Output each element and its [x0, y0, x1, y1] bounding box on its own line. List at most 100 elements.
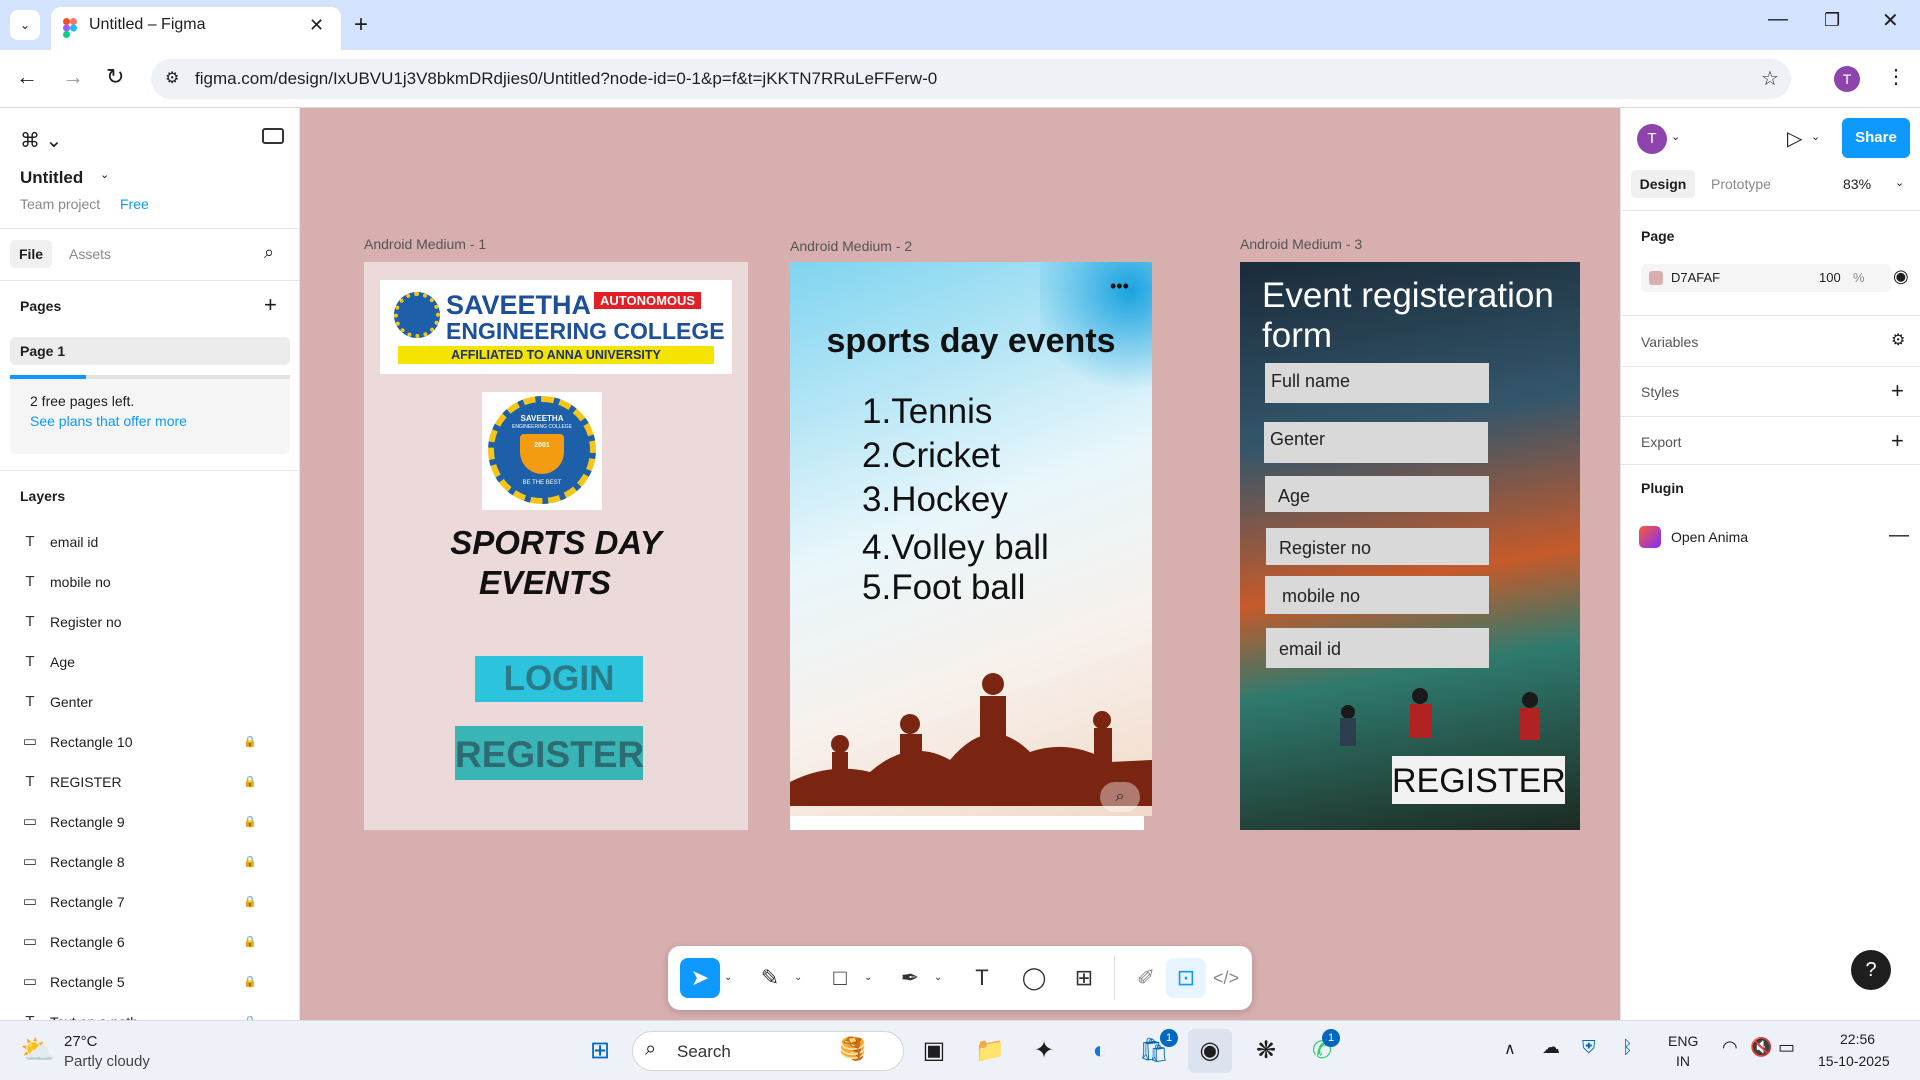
url-field[interactable]: ⚙ figma.com/design/IxUBVU1j3V8bkmDRdjies… [151, 59, 1791, 99]
toggle-sidebar-icon[interactable] [262, 128, 284, 144]
color-swatch[interactable] [1649, 271, 1663, 285]
design-mode-icon[interactable]: ⊡ [1166, 958, 1206, 998]
actions-tool-icon[interactable]: ⊞ [1064, 958, 1104, 998]
share-button[interactable]: Share [1842, 118, 1910, 158]
copilot-icon[interactable]: ✦ [1022, 1029, 1066, 1073]
minimize-icon[interactable]: — [1768, 8, 1788, 31]
clock-time[interactable]: 22:56 [1840, 1031, 1875, 1047]
visibility-eye-icon[interactable]: ◉ [1893, 266, 1909, 287]
frame-label-3[interactable]: Android Medium - 3 [1240, 236, 1362, 252]
user-avatar[interactable]: T [1637, 124, 1667, 154]
login-button[interactable]: LOGIN [475, 656, 643, 702]
lock-icon[interactable]: 🔒 [243, 802, 257, 842]
more-options-icon[interactable]: ••• [1110, 276, 1129, 297]
rectangle-tool-caret-icon[interactable]: ⌄ [864, 958, 878, 998]
pencil-tool-icon[interactable]: ✎ [750, 958, 790, 998]
tab-figma[interactable]: Untitled – Figma ✕ [51, 7, 341, 50]
frame-android-medium-3[interactable]: Event registeration form Full name Gente… [1240, 262, 1580, 830]
weather-temp[interactable]: 27°C [64, 1033, 98, 1050]
avatar-chevron-icon[interactable]: ⌄ [1671, 130, 1680, 143]
lock-icon[interactable]: 🔒 [243, 962, 257, 1002]
frame-label-1[interactable]: Android Medium - 1 [364, 236, 486, 252]
browser-menu-icon[interactable]: ⋮ [1886, 64, 1906, 89]
move-tool-caret-icon[interactable]: ⌄ [724, 958, 738, 998]
add-page-icon[interactable]: + [264, 292, 277, 318]
layer-item[interactable]: T Register no [0, 602, 299, 642]
lang-1[interactable]: ENG [1668, 1033, 1698, 1049]
field-age[interactable]: Age [1265, 476, 1489, 512]
field-mobile-no[interactable]: mobile no [1265, 576, 1489, 614]
back-icon[interactable]: ← [16, 64, 38, 90]
present-play-icon[interactable]: ▷ [1787, 126, 1802, 151]
tray-overflow-icon[interactable]: ∧ [1504, 1039, 1516, 1059]
file-explorer-icon[interactable]: 📁 [968, 1029, 1012, 1073]
layer-item[interactable]: ▭ Rectangle 5 🔒 [0, 962, 299, 1002]
field-full-name[interactable]: Full name [1265, 363, 1489, 403]
pencil-tool-caret-icon[interactable]: ⌄ [794, 958, 808, 998]
frame-android-medium-1[interactable]: SAVEETHA AUTONOMOUS ENGINEERING COLLEGE … [364, 262, 748, 830]
tab-assets[interactable]: Assets [69, 246, 111, 262]
tab-prototype[interactable]: Prototype [1711, 176, 1771, 192]
security-icon[interactable]: ⛨ [1582, 1037, 1596, 1058]
layer-item[interactable]: T REGISTER 🔒 [0, 762, 299, 802]
battery-icon[interactable]: ▭ [1778, 1037, 1795, 1058]
search-icon[interactable]: ⌕ [264, 242, 274, 263]
page-item-page-1[interactable]: Page 1 [10, 337, 290, 365]
page-color-field[interactable]: D7AFAF 100 % [1641, 264, 1891, 292]
volume-muted-icon[interactable]: 🔇 [1750, 1037, 1772, 1058]
lock-icon[interactable]: 🔒 [243, 882, 257, 922]
layer-item[interactable]: ▭ Rectangle 7 🔒 [0, 882, 299, 922]
zoom-lens-icon[interactable]: ⌕ [1100, 782, 1140, 812]
anima-plugin-icon[interactable] [1639, 526, 1661, 548]
tab-design[interactable]: Design [1631, 170, 1695, 198]
taskbar-search[interactable]: ⌕ Search 🥞 [632, 1031, 904, 1071]
layer-item[interactable]: T Genter [0, 682, 299, 722]
chrome-icon[interactable]: ◉ [1188, 1029, 1232, 1073]
forward-icon[interactable]: → [62, 64, 84, 90]
form-register-button[interactable]: REGISTER [1392, 756, 1566, 804]
variables-settings-icon[interactable]: ⚙ [1891, 330, 1905, 350]
zoom-level[interactable]: 83% [1843, 176, 1871, 192]
weather-desc[interactable]: Partly cloudy [64, 1053, 150, 1070]
present-chevron-icon[interactable]: ⌄ [1811, 130, 1820, 143]
dev-mode-icon[interactable]: </> [1206, 958, 1246, 998]
bookmark-star-icon[interactable]: ☆ [1761, 59, 1779, 99]
add-style-icon[interactable]: + [1891, 378, 1904, 404]
help-button[interactable]: ? [1851, 950, 1891, 990]
move-tool-icon[interactable]: ➤ [680, 958, 720, 998]
file-name[interactable]: Untitled [20, 168, 83, 188]
lang-2[interactable]: IN [1676, 1053, 1690, 1069]
new-tab-button[interactable]: + [354, 7, 368, 43]
comment-tool-icon[interactable]: ◯ [1014, 958, 1054, 998]
profile-avatar[interactable]: T [1834, 66, 1860, 92]
weather-icon[interactable]: ⛅ [20, 1033, 55, 1066]
chatgpt-icon[interactable]: ❋ [1244, 1029, 1288, 1073]
clock-date[interactable]: 15-10-2025 [1818, 1053, 1890, 1069]
zoom-chevron-icon[interactable]: ⌄ [1895, 176, 1904, 189]
opacity-value[interactable]: 100 [1819, 270, 1841, 285]
frame-android-medium-2[interactable]: ••• sports day events 1.Tennis 2.Cricket… [790, 262, 1152, 816]
layer-item[interactable]: ▭ Rectangle 8 🔒 [0, 842, 299, 882]
lock-icon[interactable]: 🔒 [243, 922, 257, 962]
field-genter[interactable]: Genter [1264, 422, 1488, 463]
layer-item[interactable]: T Age [0, 642, 299, 682]
pen-tool-caret-icon[interactable]: ⌄ [934, 958, 948, 998]
reload-icon[interactable]: ↻ [106, 64, 124, 90]
windows-start-icon[interactable]: ⊞ [578, 1029, 622, 1073]
onedrive-icon[interactable]: ☁ [1542, 1037, 1560, 1058]
figma-menu-icon[interactable]: ⌘ ⌄ [20, 128, 62, 153]
field-email-id[interactable]: email id [1266, 628, 1489, 668]
lock-icon[interactable]: 🔒 [243, 842, 257, 882]
edge-icon[interactable]: ◐ [1078, 1029, 1122, 1073]
file-menu-chevron-icon[interactable]: ⌄ [100, 168, 109, 181]
tab-file[interactable]: File [10, 240, 52, 268]
see-plans-link[interactable]: See plans that offer more [30, 413, 187, 429]
plan-badge[interactable]: Free [120, 196, 149, 212]
close-icon[interactable]: ✕ [1882, 8, 1899, 33]
layer-item[interactable]: ▭ Rectangle 6 🔒 [0, 922, 299, 962]
register-button[interactable]: REGISTER [455, 726, 644, 780]
field-register-no[interactable]: Register no [1266, 528, 1489, 565]
lock-icon[interactable]: 🔒 [243, 762, 257, 802]
lock-icon[interactable]: 🔒 [243, 722, 257, 762]
wifi-icon[interactable]: ◠ [1722, 1037, 1738, 1058]
